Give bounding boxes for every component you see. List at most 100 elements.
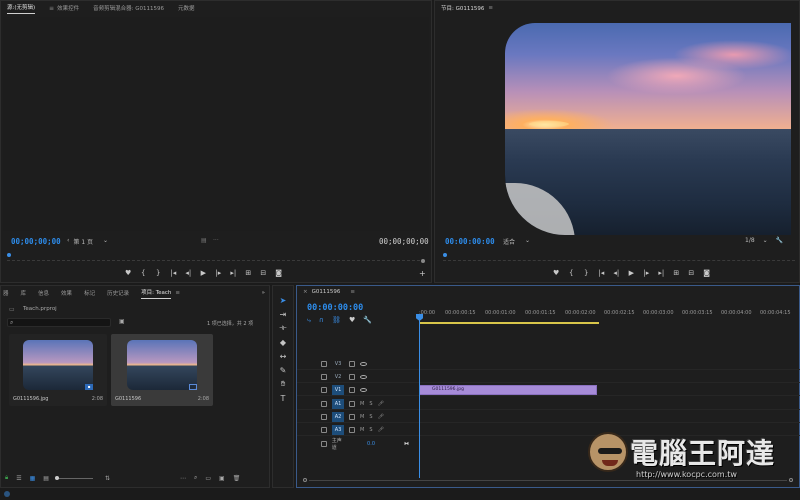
source-scrubber[interactable] [7, 255, 425, 261]
razor-tool-icon[interactable]: ◆ [276, 336, 290, 348]
tab-program[interactable]: 节目: G0111596 [441, 4, 484, 12]
tab-libraries[interactable]: 库 [21, 289, 27, 297]
project-item-image[interactable]: ▪ G0111596.jpg 2:08 [9, 334, 107, 406]
sync-lock-icon[interactable] [349, 373, 355, 380]
page-select[interactable]: ‹ 第 1 页 ⌄ [67, 237, 108, 246]
camera-icon[interactable]: ◙ [703, 269, 710, 277]
sync-lock-icon[interactable] [349, 426, 355, 433]
program-scrubber[interactable] [443, 255, 795, 261]
zoom-slider-handle[interactable] [54, 475, 59, 480]
mute-button[interactable]: M [360, 401, 364, 407]
fit-select[interactable]: 适合 ⌄ [503, 237, 530, 246]
source-timecode-left[interactable]: 00;00;00;00 [11, 237, 61, 246]
marker-icon[interactable]: ♥ [125, 269, 131, 277]
time-ruler[interactable]: :00:00 00:00:00:15 00:00:01:00 00:00:01:… [417, 310, 800, 324]
tab-markers[interactable]: 标记 [84, 289, 95, 297]
linked-selection-icon[interactable]: ⛓︎ [332, 316, 341, 325]
lock-icon[interactable] [321, 426, 327, 433]
eye-icon[interactable] [360, 374, 367, 379]
timeline-playhead-line[interactable] [419, 314, 420, 478]
panel-menu-icon[interactable]: ≡ [350, 289, 355, 295]
program-timecode[interactable]: 00:00:00:00 [445, 237, 495, 246]
new-item-icon[interactable]: ▣ [219, 475, 225, 482]
tab-truncated[interactable]: 器 [3, 289, 9, 297]
sync-lock-icon[interactable] [349, 413, 355, 420]
sort-icon[interactable]: ⇅ [105, 475, 110, 482]
go-to-in-icon[interactable]: |◂ [598, 269, 604, 277]
tab-effects[interactable]: 效果 [61, 289, 72, 297]
pen-tool-icon[interactable]: ✎ [276, 364, 290, 376]
mark-in-icon[interactable]: { [140, 269, 146, 277]
automate-icon[interactable]: ⋯ [180, 475, 186, 482]
zoom-slider[interactable] [54, 475, 93, 480]
track-name[interactable]: V2 [332, 372, 344, 382]
track-name[interactable]: V3 [332, 359, 344, 369]
panel-menu-icon[interactable]: ≡ [488, 5, 493, 11]
camera-icon[interactable]: ◙ [275, 269, 282, 277]
step-back-icon[interactable]: ◂| [185, 269, 191, 277]
work-area-bar[interactable] [419, 322, 599, 324]
overwrite-icon[interactable]: ⊟ [260, 269, 266, 277]
eye-icon[interactable] [360, 387, 367, 392]
find-icon[interactable]: ⌕ [194, 474, 197, 482]
tab-effect-controls[interactable]: 效果控件 [57, 4, 79, 12]
ripple-edit-tool-icon[interactable]: ⟛ [276, 322, 290, 334]
lock-icon[interactable] [321, 386, 327, 393]
tab-metadata[interactable]: 元数据 [178, 4, 195, 12]
mic-icon[interactable]: 🎤︎ [378, 401, 384, 407]
sync-lock-icon[interactable] [349, 386, 355, 393]
mute-button[interactable]: M [360, 414, 364, 420]
close-icon[interactable]: × [303, 289, 308, 295]
track-name[interactable]: V1 [332, 384, 344, 395]
icon-view-icon[interactable]: ▦ [30, 475, 36, 482]
tab-sequence[interactable]: G0111596 [312, 289, 341, 295]
lock-icon[interactable] [321, 360, 327, 367]
lock-icon[interactable] [321, 373, 327, 380]
mark-in-icon[interactable]: { [568, 269, 574, 277]
solo-button[interactable]: S [369, 427, 372, 433]
lift-icon[interactable]: ⊞ [673, 269, 679, 277]
new-bin-icon[interactable]: ▭ [205, 475, 211, 482]
timeline-timecode[interactable]: 00:00:00:00 [307, 303, 363, 313]
step-forward-icon[interactable]: |▸ [643, 269, 649, 277]
freeform-view-icon[interactable]: ▤ [43, 475, 49, 482]
timeline-clip[interactable]: G0111596.jpg [419, 385, 597, 395]
track-name[interactable]: A2 [332, 411, 344, 422]
tab-history[interactable]: 历史记录 [107, 289, 129, 297]
timeline-settings-icon[interactable]: 🔧 [363, 316, 372, 325]
insert-icon[interactable]: ⊞ [245, 269, 251, 277]
list-view-icon[interactable]: ☰ [16, 475, 21, 482]
eye-icon[interactable] [360, 361, 367, 366]
play-icon[interactable]: ▶ [200, 269, 206, 277]
go-to-out-icon[interactable]: ▸| [230, 269, 236, 277]
track-select-tool-icon[interactable]: ⇥ [276, 308, 290, 320]
add-marker-icon[interactable]: ♥ [349, 316, 355, 325]
program-playhead[interactable] [443, 253, 447, 257]
master-end-icon[interactable]: ⧓ [404, 441, 409, 447]
more-panels-icon[interactable]: » [262, 290, 265, 296]
add-button-icon[interactable]: + [419, 269, 426, 278]
slip-tool-icon[interactable]: ↔ [276, 350, 290, 362]
tab-audio-clip-mixer[interactable]: 音频剪辑混合器: G0111596 [93, 4, 164, 12]
solo-button[interactable]: S [369, 414, 372, 420]
marker-icon[interactable]: ♥ [553, 269, 559, 277]
mic-icon[interactable]: 🎤︎ [378, 427, 384, 433]
step-back-icon[interactable]: ◂| [613, 269, 619, 277]
snap-icon[interactable]: ∩ [319, 316, 324, 325]
lock-icon[interactable] [321, 413, 327, 420]
tab-source[interactable]: 源:(无剪辑) [7, 3, 36, 14]
go-to-in-icon[interactable]: |◂ [170, 269, 176, 277]
mark-out-icon[interactable]: } [583, 269, 589, 277]
sync-lock-icon[interactable] [349, 360, 355, 367]
master-value[interactable]: 0.0 [367, 441, 375, 447]
tab-project[interactable]: 项目: Teach [141, 288, 172, 299]
scroll-handle-right[interactable] [789, 478, 793, 482]
sync-lock-icon[interactable] [349, 400, 355, 407]
project-search-input[interactable]: ⌕ [7, 318, 111, 327]
wrench-icon[interactable]: 🔧 [776, 237, 783, 244]
step-forward-icon[interactable]: |▸ [215, 269, 221, 277]
safe-margins-icon[interactable]: ▤ [201, 237, 207, 244]
more-icon[interactable]: ··· [213, 237, 219, 244]
trash-icon[interactable]: 🗑︎ [233, 475, 241, 482]
nest-icon[interactable]: ⤷ [307, 316, 311, 325]
